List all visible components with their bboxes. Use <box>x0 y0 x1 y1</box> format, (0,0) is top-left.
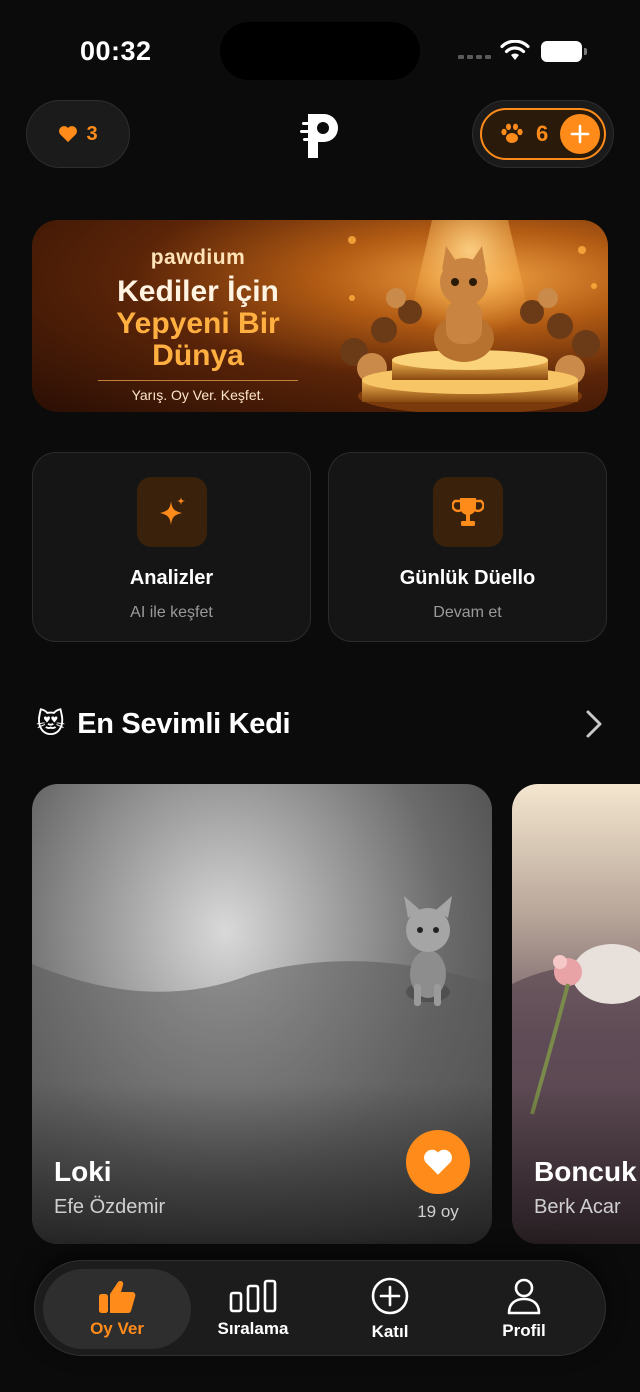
add-paws-button[interactable] <box>560 114 600 154</box>
section-title: En Sevimli Kedi <box>77 707 291 740</box>
tab-join-label: Katıl <box>371 1322 409 1341</box>
chevron-right-icon[interactable] <box>582 708 606 740</box>
tab-ranking-label: Sıralama <box>217 1319 289 1338</box>
thumbs-up-icon <box>99 1281 136 1313</box>
daily-duel-card[interactable]: Günlük Düello Devam et <box>328 452 607 642</box>
battery-icon <box>541 41 587 62</box>
vote-button[interactable] <box>406 1130 470 1194</box>
app-logo <box>300 114 338 158</box>
banner-brand: pawdium <box>150 246 246 269</box>
bar-chart-icon <box>229 1279 277 1313</box>
tab-bar: Oy Ver Sıralama Katıl Profil <box>34 1260 606 1356</box>
cat-name: Loki <box>54 1156 112 1187</box>
analysis-card[interactable]: Analizler AI ile keşfet <box>32 452 311 642</box>
tab-profile-label: Profil <box>502 1321 546 1340</box>
paw-balance[interactable]: 6 <box>480 108 606 160</box>
banner-headline-2: Yepyeni Bir Dünya <box>116 307 280 372</box>
analysis-icon-box <box>136 477 207 547</box>
sparkles-icon <box>159 497 185 525</box>
paw-count: 6 <box>536 121 549 146</box>
tab-vote-label: Oy Ver <box>90 1319 144 1338</box>
status-bar: 00:32 <box>0 0 640 100</box>
banner-divider <box>98 380 298 381</box>
banner-text: pawdium Kediler İçin Yepyeni Bir Dünya Y… <box>68 246 328 403</box>
promo-banner[interactable]: pawdium Kediler İçin Yepyeni Bir Dünya Y… <box>32 220 608 412</box>
duel-title: Günlük Düello <box>399 567 536 589</box>
tab-vote[interactable]: Oy Ver <box>43 1269 191 1349</box>
hearts-count: 3 <box>86 122 98 145</box>
paw-icon <box>501 123 523 143</box>
plus-icon <box>570 124 590 144</box>
person-icon <box>507 1278 541 1315</box>
dynamic-island <box>220 22 420 80</box>
banner-tagline: Yarış. Oy Ver. Keşfet. <box>131 387 265 403</box>
wifi-icon <box>500 40 530 60</box>
duel-icon-box <box>432 477 503 547</box>
plus-circle-icon <box>371 1277 409 1315</box>
cellular-signal-icon <box>458 55 491 59</box>
cat-owner: Efe Özdemir <box>54 1196 166 1218</box>
heart-icon <box>424 1149 452 1175</box>
trophy-icon <box>451 498 484 526</box>
status-time: 00:32 <box>80 36 152 66</box>
hearts-counter[interactable]: 3 <box>26 100 130 168</box>
section-header: 😻 En Sevimli Kedi <box>36 700 291 748</box>
cat-card[interactable]: Boncuk Berk Acar <box>512 784 640 1244</box>
banner-headline-1: Kediler İçin <box>117 275 279 308</box>
tab-profile[interactable]: Profil <box>459 1261 589 1357</box>
heart-eyes-cat-icon: 😻 <box>36 708 66 739</box>
analysis-subtitle: AI ile keşfet <box>130 604 213 621</box>
cat-name: Boncuk <box>534 1156 637 1187</box>
cat-owner: Berk Acar <box>534 1196 621 1218</box>
tab-ranking[interactable]: Sıralama <box>183 1261 323 1357</box>
duel-subtitle: Devam et <box>433 604 502 621</box>
tab-join[interactable]: Katıl <box>325 1261 455 1357</box>
analysis-title: Analizler <box>129 567 214 589</box>
vote-count: 19 oy <box>417 1202 459 1221</box>
heart-icon <box>59 126 78 143</box>
cats-podium-illustration <box>340 220 600 412</box>
cat-card[interactable]: Loki Efe Özdemir 19 oy <box>32 784 492 1244</box>
